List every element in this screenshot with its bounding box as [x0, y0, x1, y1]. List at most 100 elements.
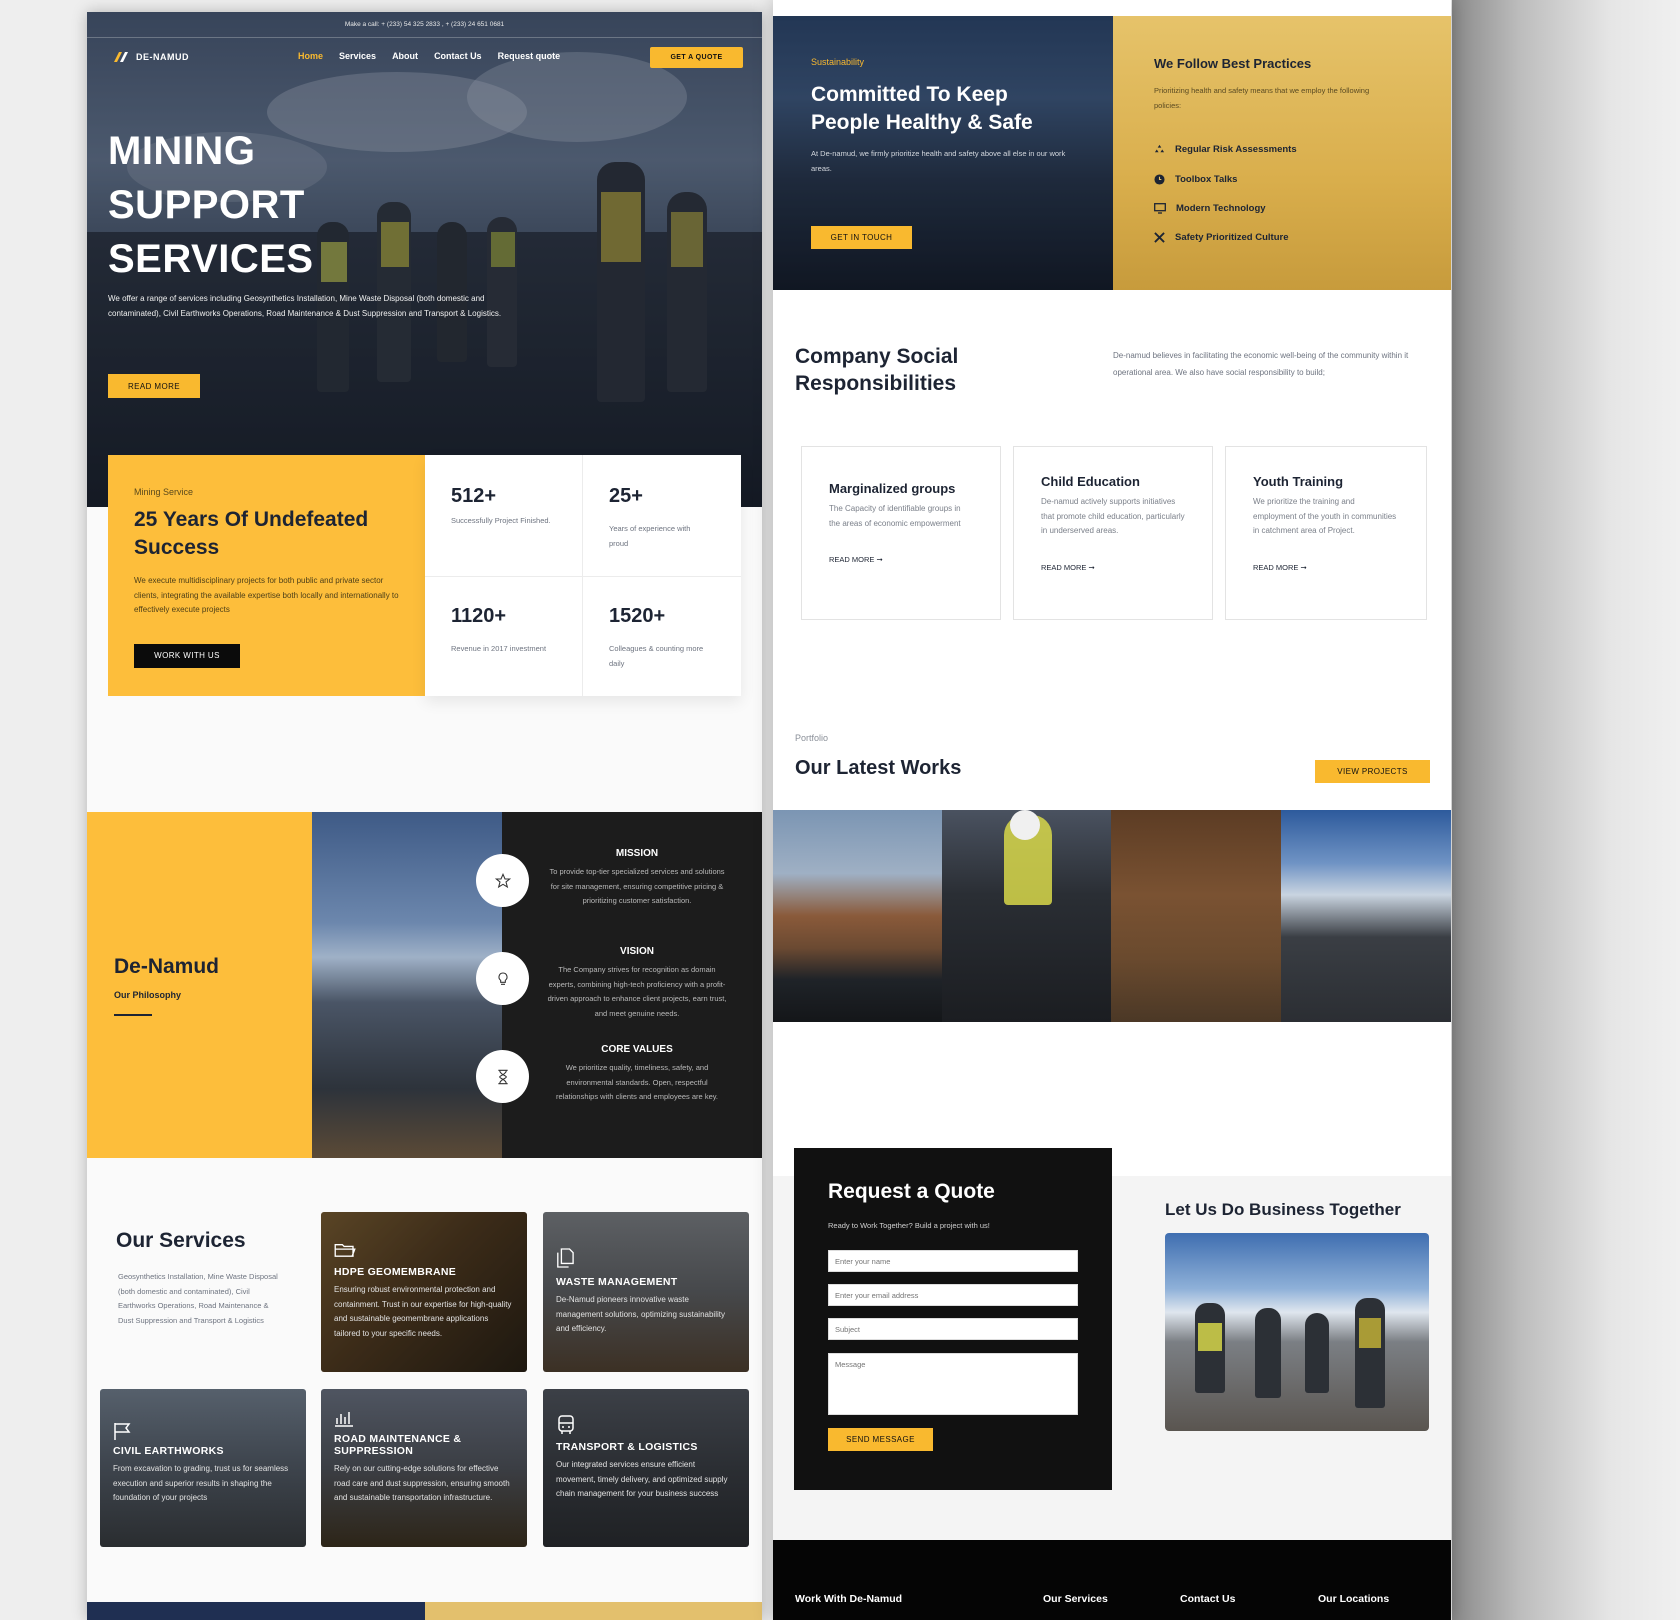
service-text: From excavation to grading, trust us for…: [113, 1464, 289, 1502]
core-values-icon-circle: [476, 1050, 529, 1103]
email-input[interactable]: [828, 1284, 1078, 1306]
service-card-road[interactable]: ROAD MAINTENANCE & SUPPRESSION Rely on o…: [321, 1389, 527, 1547]
portfolio-image-2[interactable]: [942, 810, 1111, 1022]
service-title: TRANSPORT & LOGISTICS: [556, 1441, 698, 1453]
service-card-hdpe[interactable]: HDPE GEOMEMBRANE Ensuring robust environ…: [321, 1212, 527, 1372]
business-together-title: Let Us Do Business Together: [1165, 1200, 1401, 1219]
success-eyebrow: Mining Service: [134, 487, 194, 497]
best-practices-title: We Follow Best Practices: [1154, 56, 1312, 71]
services-text: Geosynthetics Installation, Mine Waste D…: [118, 1272, 278, 1325]
portfolio-eyebrow: Portfolio: [795, 733, 829, 743]
philosophy-photo: [312, 812, 502, 1158]
footer-col-services: Our Services: [1043, 1593, 1108, 1605]
folder-icon: [334, 1242, 514, 1258]
main-nav: Home Services About Contact Us Request q…: [298, 51, 560, 61]
nav-about[interactable]: About: [392, 51, 418, 61]
nav-request-quote[interactable]: Request quote: [498, 51, 561, 61]
read-more-link[interactable]: READ MORE ➞: [1041, 563, 1185, 572]
copy-icon: [556, 1248, 736, 1268]
footer-col-locations: Our Locations: [1318, 1593, 1390, 1605]
portfolio-image-4[interactable]: [1281, 810, 1451, 1022]
practice-item-toolbox: Toolbox Talks: [1154, 174, 1237, 185]
portfolio-image-3[interactable]: [1111, 810, 1281, 1022]
stat-revenue: 1120+ Revenue in 2017 investment: [451, 605, 547, 653]
philosophy-subtitle: Our Philosophy: [114, 990, 182, 1000]
service-text: Our integrated services ensure efficient…: [556, 1460, 728, 1498]
portfolio-image-1[interactable]: [773, 810, 942, 1022]
service-title: ROAD MAINTENANCE & SUPPRESSION: [334, 1433, 462, 1457]
footer-strip-gold: [425, 1602, 762, 1620]
hero-read-more-button[interactable]: READ MORE: [108, 374, 200, 398]
brand-name: DE-NAMUD: [136, 51, 189, 62]
service-text: Ensuring robust environmental protection…: [334, 1285, 512, 1338]
hero-description: We offer a range of services including G…: [108, 294, 502, 318]
monitor-icon: [1154, 203, 1166, 214]
get-quote-button[interactable]: GET A QUOTE: [650, 47, 743, 68]
hero-title: MINING SUPPORT SERVICES: [108, 129, 314, 281]
quote-form-panel: Request a Quote Ready to Work Together? …: [794, 1148, 1112, 1490]
service-card-civil[interactable]: CIVIL EARTHWORKS From excavation to grad…: [100, 1389, 306, 1547]
flag-icon: [113, 1421, 293, 1441]
hero-section: Make a call: + (233) 54 325 2833 , + (23…: [87, 12, 762, 507]
service-title: CIVIL EARTHWORKS: [113, 1445, 224, 1457]
send-message-button[interactable]: SEND MESSAGE: [828, 1428, 933, 1451]
service-text: Rely on our cutting-edge solutions for e…: [334, 1464, 510, 1502]
brand-logo[interactable]: DE-NAMUD: [113, 50, 189, 63]
stat-projects: 512+ Successfully Project Finished.: [451, 485, 551, 525]
service-card-waste[interactable]: WASTE MANAGEMENT De-Namud pioneers innov…: [543, 1212, 749, 1372]
top-contact-text: Make a call: + (233) 54 325 2833 , + (23…: [344, 21, 505, 28]
hourglass-icon: [496, 1069, 510, 1085]
sustainability-title: Committed To Keep People Healthy & Safe: [811, 83, 1033, 134]
sustainability-eyebrow: Sustainability: [811, 57, 865, 67]
best-practices-text: Prioritizing health and safety means tha…: [1154, 86, 1370, 110]
quote-title: Request a Quote: [828, 1180, 995, 1203]
tools-icon: [1154, 232, 1165, 243]
lightbulb-icon: [495, 971, 511, 987]
subject-input[interactable]: [828, 1318, 1078, 1340]
view-projects-button[interactable]: VIEW PROJECTS: [1315, 760, 1430, 783]
name-input[interactable]: [828, 1250, 1078, 1272]
vision-block: VISION The Company strives for recogniti…: [547, 946, 727, 1018]
success-title: 25 Years Of Undefeated Success: [134, 508, 369, 559]
star-icon: [494, 872, 511, 889]
success-text: We execute multidisciplinary projects fo…: [134, 576, 399, 614]
csr-card-marginalized[interactable]: Marginalized groups The Capacity of iden…: [801, 446, 1001, 620]
service-card-transport[interactable]: TRANSPORT & LOGISTICS Our integrated ser…: [543, 1389, 749, 1547]
clock-icon: [1154, 174, 1165, 185]
sustainability-text: At De-namud, we firmly prioritize health…: [811, 149, 1066, 173]
footer-strip-navy: [87, 1602, 425, 1620]
csr-card-youth-training[interactable]: Youth Training We prioritize the trainin…: [1225, 446, 1427, 620]
practice-item-risk: Regular Risk Assessments: [1154, 144, 1297, 155]
csr-card-child-education[interactable]: Child Education De-namud actively suppor…: [1013, 446, 1213, 620]
core-values-block: CORE VALUES We prioritize quality, timel…: [555, 1044, 719, 1101]
message-textarea[interactable]: [828, 1353, 1078, 1415]
quote-text: Ready to Work Together? Build a project …: [828, 1221, 990, 1230]
mission-block: MISSION To provide top-tier specialized …: [549, 848, 725, 905]
recycle-icon: [1154, 144, 1165, 155]
stats-grid: 512+ Successfully Project Finished. 25+ …: [425, 455, 741, 696]
right-page-column: Sustainability Committed To Keep People …: [773, 0, 1451, 1620]
footer-col-contact: Contact Us: [1180, 1593, 1236, 1605]
csr-title: Company Social Responsibilities: [795, 345, 959, 395]
left-page-column: Make a call: + (233) 54 325 2833 , + (23…: [87, 12, 762, 1620]
read-more-link[interactable]: READ MORE ➞: [1253, 563, 1399, 572]
top-contact-bar: Make a call: + (233) 54 325 2833 , + (23…: [87, 12, 762, 38]
work-with-us-button[interactable]: WORK WITH US: [134, 643, 240, 668]
csr-text: De-namud believes in facilitating the ec…: [1113, 351, 1409, 377]
chart-icon: [334, 1411, 514, 1427]
practice-item-culture: Safety Prioritized Culture: [1154, 232, 1289, 243]
stat-colleagues: 1520+ Colleagues & counting more daily: [609, 605, 704, 668]
success-panel: Mining Service 25 Years Of Undefeated Su…: [108, 455, 425, 696]
logo-icon: [113, 50, 131, 63]
nav-services[interactable]: Services: [339, 51, 376, 61]
footer: Work With De-Namud Our Services Contact …: [773, 1540, 1451, 1620]
get-in-touch-button[interactable]: GET IN TOUCH: [811, 226, 912, 249]
practice-item-technology: Modern Technology: [1154, 203, 1266, 214]
background-shadow: [1452, 0, 1680, 1620]
footer-col-work: Work With De-Namud: [795, 1593, 903, 1605]
read-more-link[interactable]: READ MORE ➞: [829, 555, 973, 564]
nav-contact[interactable]: Contact Us: [434, 51, 482, 61]
services-title: Our Services: [116, 1229, 246, 1252]
nav-home[interactable]: Home: [298, 51, 323, 61]
philosophy-yellow-panel: De-Namud Our Philosophy: [87, 812, 312, 1158]
